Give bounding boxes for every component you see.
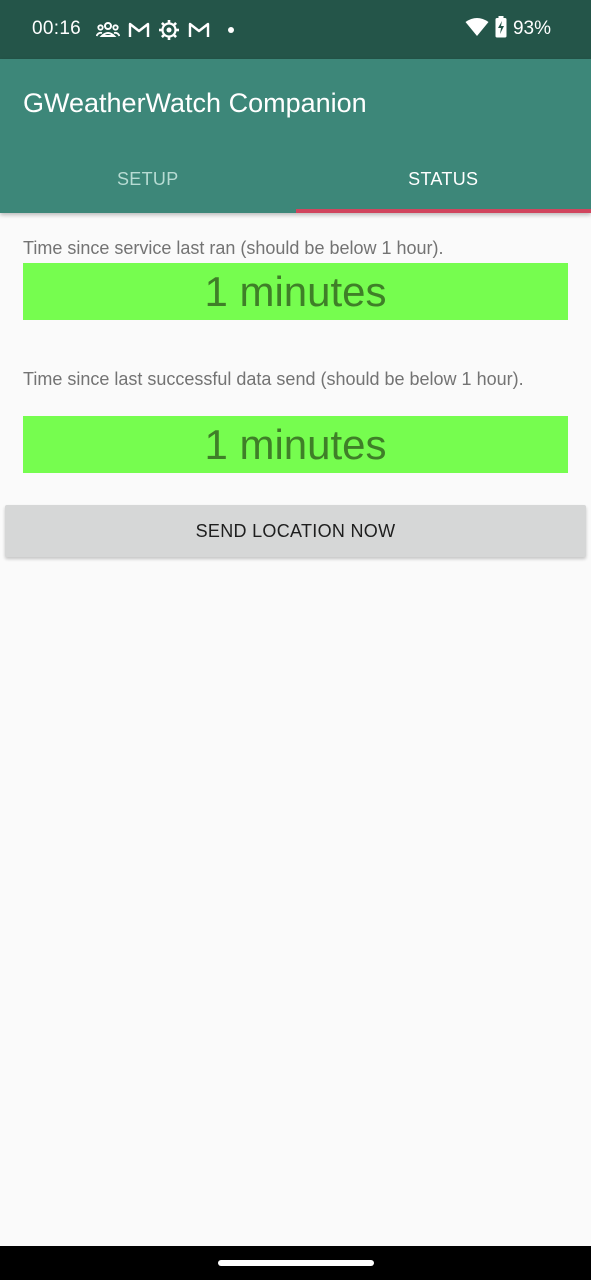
app-bar: GWeatherWatch Companion SETUP STATUS (0, 59, 591, 213)
app-title: GWeatherWatch Companion (23, 88, 367, 118)
service-last-ran-label: Time since service last ran (should be b… (23, 238, 444, 258)
tab-status[interactable]: STATUS (295, 150, 591, 213)
tab-status-label: STATUS (408, 169, 479, 189)
send-location-now-button[interactable]: SEND LOCATION NOW (5, 505, 586, 557)
gmail-icon (188, 21, 210, 39)
navigation-bar (0, 1246, 591, 1280)
battery-percentage: 93% (512, 18, 551, 39)
last-data-send-label: Time since last successful data send (sh… (23, 369, 524, 389)
home-gesture-handle[interactable] (218, 1260, 374, 1266)
status-time: 00:16 (32, 18, 82, 39)
notification-dot-icon (228, 27, 234, 33)
wifi-icon (465, 17, 489, 42)
status-bar: 00:16 93% (0, 0, 591, 59)
battery-charging-icon (495, 15, 507, 43)
group-icon (96, 20, 120, 40)
tab-bar: SETUP STATUS (0, 150, 591, 213)
screen: 00:16 93% GWeatherWatch Companion SETUP … (0, 0, 591, 1280)
last-data-send-value: 1 minutes (23, 416, 568, 473)
status-icons-left (96, 18, 234, 42)
status-icons-right: 93% (465, 15, 551, 43)
gmail-icon (128, 21, 150, 39)
tab-setup-label: SETUP (116, 169, 179, 189)
tab-setup[interactable]: SETUP (0, 150, 296, 213)
settings-gear-icon (158, 19, 180, 41)
tab-selected-indicator (295, 209, 591, 213)
service-last-ran-value: 1 minutes (23, 263, 568, 320)
